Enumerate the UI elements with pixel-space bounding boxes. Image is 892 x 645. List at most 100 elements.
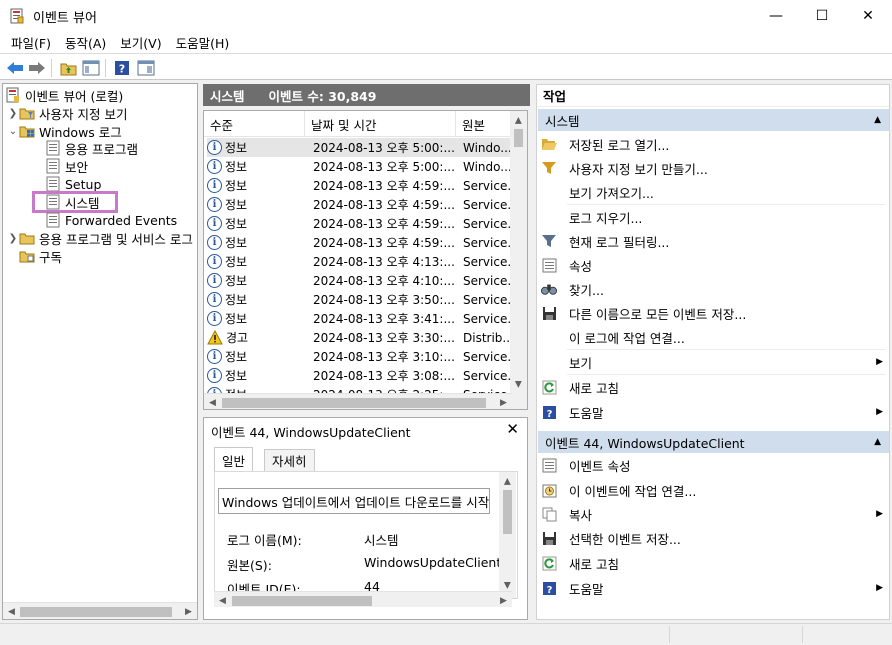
event-level: 경고 — [207, 329, 307, 346]
event-row[interactable]: i정보 2024-08-13 오후 3:50:... Service... — [207, 290, 511, 309]
scroll-up-icon[interactable]: ◀ — [500, 474, 515, 489]
log-name-label: 로그 이름(M): — [227, 533, 302, 548]
action-create-custom-view[interactable]: 사용자 지정 보기 만들기... — [541, 157, 887, 179]
section-system[interactable]: 시스템 ▲ — [538, 109, 889, 131]
event-list-vertical-scrollbar[interactable]: ◀ ▶ — [510, 111, 527, 409]
event-row[interactable]: i정보 2024-08-13 오후 4:10:... Service... — [207, 271, 511, 290]
event-level-text: 정보 — [225, 312, 248, 326]
event-row[interactable]: 경고 2024-08-13 오후 3:30:... Distrib... — [207, 328, 511, 347]
event-detail-pane: 이벤트 44, WindowsUpdateClient ✕ 일반 자세히 Win… — [203, 417, 528, 620]
event-row[interactable]: i정보 2024-08-13 오후 4:59:... Service... — [207, 233, 511, 252]
action-save-selected-events[interactable]: 선택한 이벤트 저장... — [541, 527, 887, 549]
source-label: 원본(S): — [227, 558, 272, 573]
action-properties[interactable]: 속성 — [541, 254, 887, 276]
tree-item-windows-logs[interactable]: ⌄ Windows 로그 — [7, 122, 122, 140]
tree-horizontal-scrollbar[interactable]: ◀ ▶ — [3, 602, 197, 619]
back-button[interactable] — [5, 58, 25, 78]
chevron-down-icon[interactable]: ⌄ — [7, 126, 19, 137]
show-action-pane-button[interactable] — [136, 58, 156, 78]
action-refresh[interactable]: 새로 고침 — [541, 376, 887, 398]
scrollbar-thumb[interactable] — [514, 129, 523, 147]
info-icon: i — [207, 178, 222, 193]
menu-file[interactable]: 파일(F) — [4, 33, 58, 52]
event-list-horizontal-scrollbar[interactable]: ◀ ▶ — [204, 393, 512, 409]
event-message-box[interactable]: Windows 업데이트에서 업데이트 다운로드를 시작했습니다. — [218, 488, 490, 514]
show-hide-tree-button[interactable] — [81, 58, 101, 78]
action-help-submenu[interactable]: ? 도움말 ▶ — [541, 401, 887, 423]
detail-vertical-scrollbar[interactable]: ◀ ▶ — [499, 472, 516, 598]
collapse-icon[interactable]: ▲ — [874, 437, 881, 447]
minimize-button[interactable]: — — [753, 0, 799, 31]
action-help-event-submenu[interactable]: ? 도움말 ▶ — [541, 577, 887, 599]
tree-item-root[interactable]: 이벤트 뷰어 (로컬) — [5, 86, 123, 104]
collapse-icon[interactable]: ▲ — [874, 115, 881, 125]
action-clear-log[interactable]: 로그 지우기... — [541, 206, 887, 228]
tree-item-apps-services[interactable]: ❯ 응용 프로그램 및 서비스 로그 — [7, 229, 193, 247]
event-row[interactable]: i정보 2024-08-13 오후 3:41:... Service... — [207, 309, 511, 328]
event-row[interactable]: i정보 2024-08-13 오후 4:59:... Service... — [207, 214, 511, 233]
event-level-text: 정보 — [225, 217, 248, 231]
event-row[interactable]: i정보 2024-08-13 오후 4:59:... Service... — [207, 195, 511, 214]
svg-text:?: ? — [119, 63, 125, 76]
event-row[interactable]: i정보 2024-08-13 오후 3:08:... Service... — [207, 366, 511, 385]
tab-details[interactable]: 자세히 — [264, 449, 315, 471]
event-level: i정보 — [207, 234, 307, 251]
event-source: Service... — [463, 216, 511, 231]
event-row[interactable]: i정보 2024-08-13 오후 3:10:... Service... — [207, 347, 511, 366]
action-save-all-events[interactable]: 다른 이름으로 모든 이벤트 저장... — [541, 302, 887, 324]
action-attach-task-to-log[interactable]: 이 로그에 작업 연결... — [541, 326, 887, 348]
menu-help[interactable]: 도움말(H) — [169, 33, 237, 52]
help-icon: ? — [115, 61, 129, 76]
scroll-down-icon[interactable]: ▶ — [511, 377, 526, 392]
action-attach-task-to-event[interactable]: 이 이벤트에 작업 연결... — [541, 479, 887, 501]
scrollbar-thumb[interactable] — [503, 490, 512, 534]
scroll-right-icon[interactable]: ▶ — [496, 593, 511, 608]
tree-item-application[interactable]: 응용 프로그램 — [45, 139, 138, 157]
action-refresh-event[interactable]: 새로 고침 — [541, 552, 887, 574]
help-icon: ? — [542, 405, 556, 420]
scrollbar-thumb[interactable] — [222, 398, 486, 408]
action-find[interactable]: 찾기... — [541, 278, 887, 300]
tree-item-security[interactable]: 보안 — [45, 157, 88, 175]
detail-horizontal-scrollbar[interactable]: ◀ ▶ — [214, 591, 512, 607]
tree-item-custom-views[interactable]: ❯ 사용자 지정 보기 — [7, 104, 128, 122]
open-folder-icon — [542, 139, 557, 150]
tree-item-subscriptions[interactable]: 구독 — [19, 247, 62, 265]
chevron-right-icon[interactable]: ❯ — [7, 233, 19, 244]
column-level[interactable]: 수준 — [204, 111, 305, 137]
action-event-properties[interactable]: 이벤트 속성 — [541, 454, 887, 476]
action-import-view[interactable]: 보기 가져오기... — [541, 181, 887, 203]
tab-general[interactable]: 일반 — [214, 447, 254, 472]
scrollbar-thumb[interactable] — [232, 596, 372, 606]
scroll-left-icon[interactable]: ◀ — [4, 604, 19, 619]
scroll-up-icon[interactable]: ◀ — [511, 113, 526, 128]
event-row[interactable]: i정보 2024-08-13 오후 4:13:... Service... — [207, 252, 511, 271]
section-event[interactable]: 이벤트 44, WindowsUpdateClient ▲ — [538, 431, 889, 453]
action-open-saved-log[interactable]: 저장된 로그 열기... — [541, 133, 887, 155]
tree-item-system[interactable]: 시스템 — [32, 191, 118, 213]
action-view-submenu[interactable]: 보기 ▶ — [541, 351, 887, 373]
detail-close-button[interactable]: ✕ — [506, 420, 519, 438]
event-row[interactable]: i 정보 2024-08-13 오후 5:00:... Windo... — [207, 157, 511, 176]
event-row[interactable]: i 정보 2024-08-13 오후 5:00:... Windo... — [207, 138, 511, 157]
menu-action[interactable]: 동작(A) — [58, 33, 113, 52]
action-filter-log[interactable]: 현재 로그 필터링... — [541, 230, 887, 252]
chevron-right-icon[interactable]: ❯ — [7, 108, 19, 119]
maximize-button[interactable]: ☐ — [799, 0, 845, 31]
scroll-left-icon[interactable]: ◀ — [205, 395, 220, 409]
up-folder-button[interactable] — [58, 58, 78, 78]
scroll-left-icon[interactable]: ◀ — [215, 593, 230, 608]
tree-item-forwarded-events[interactable]: Forwarded Events — [45, 211, 177, 229]
close-button[interactable]: ✕ — [845, 0, 891, 31]
help-toolbar-button[interactable]: ? — [112, 58, 132, 78]
event-row[interactable]: i정보 2024-08-13 오후 4:59:... Service... — [207, 176, 511, 195]
menu-view[interactable]: 보기(V) — [113, 33, 168, 52]
action-copy-submenu[interactable]: 복사 ▶ — [541, 503, 887, 525]
event-source: Service... — [463, 292, 511, 307]
scroll-right-icon[interactable]: ▶ — [181, 604, 196, 619]
column-datetime[interactable]: 날짜 및 시간 — [305, 111, 456, 137]
column-source[interactable]: 원본 — [456, 111, 512, 137]
scrollbar-thumb[interactable] — [20, 607, 172, 617]
forward-button[interactable] — [27, 58, 47, 78]
scroll-right-icon[interactable]: ▶ — [496, 395, 511, 409]
